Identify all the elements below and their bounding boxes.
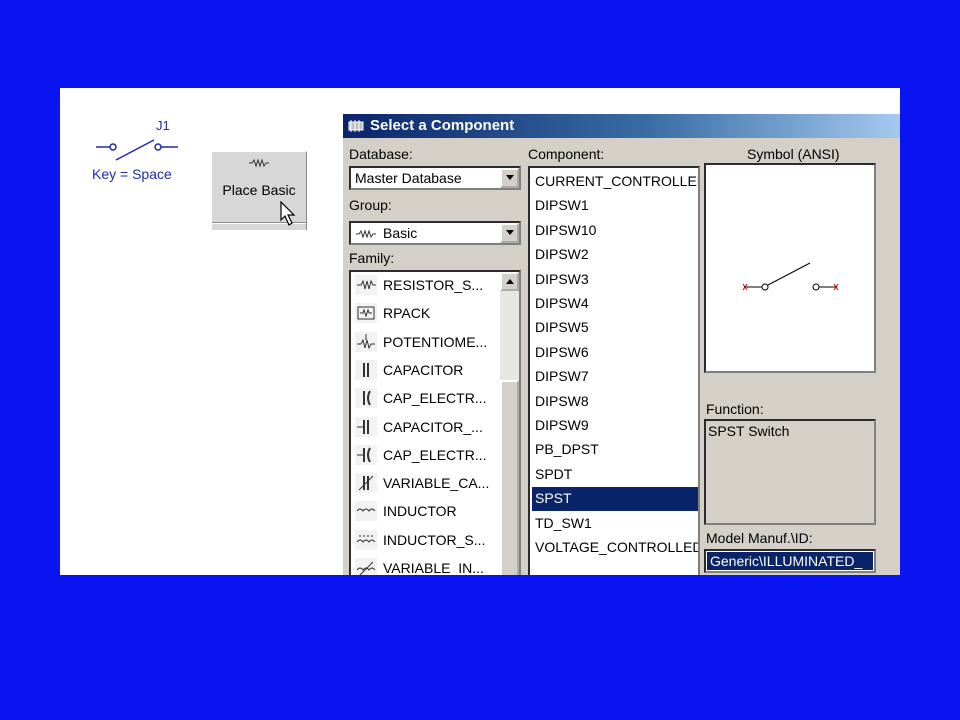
- component-item[interactable]: DIPSW4: [532, 292, 698, 316]
- schematic-ref-label: J1: [156, 118, 170, 133]
- resistor-icon: [355, 275, 377, 295]
- component-label: Component:: [528, 146, 605, 162]
- scroll-thumb[interactable]: [500, 380, 519, 575]
- potentiometer-icon: [355, 331, 377, 352]
- model-item-selected[interactable]: Generic\ILLUMINATED_: [707, 552, 873, 570]
- function-box: SPST Switch: [704, 419, 876, 525]
- cap-electrolytic-variant-icon: [355, 444, 377, 465]
- rpack-icon: [355, 303, 377, 324]
- model-label: Model Manuf.\ID:: [706, 530, 813, 546]
- inductor-s-icon: [355, 529, 377, 550]
- group-dropdown-button[interactable]: [500, 223, 519, 243]
- cap-electrolytic-icon: [355, 388, 377, 409]
- function-label: Function:: [706, 401, 764, 417]
- component-item[interactable]: VOLTAGE_CONTROLLED: [532, 536, 698, 560]
- family-item-label: CAP_ELECTR...: [383, 446, 487, 463]
- component-item-label: DIPSW7: [535, 368, 589, 385]
- screenshot-area: J1 Key = Space Place Basic Select a Comp…: [60, 88, 900, 575]
- component-item-label: SPDT: [535, 465, 573, 482]
- family-item-label: INDUCTOR_S...: [383, 531, 486, 548]
- model-value: Generic\ILLUMINATED_: [710, 553, 863, 569]
- chevron-down-icon: [506, 175, 514, 180]
- component-item[interactable]: DIPSW5: [532, 316, 698, 340]
- component-item-label: PB_DPST: [535, 441, 599, 458]
- component-item-label: DIPSW6: [535, 343, 589, 360]
- database-label: Database:: [349, 146, 413, 162]
- family-label: Family:: [349, 250, 395, 266]
- component-item-label: SPST: [535, 490, 572, 507]
- schematic-key-label: Key = Space: [92, 166, 172, 182]
- family-item-label: RESISTOR_S...: [383, 277, 484, 293]
- component-item[interactable]: TD_SW1: [532, 512, 698, 536]
- variable-capacitor-icon: [355, 473, 377, 494]
- chevron-down-icon: [506, 230, 514, 235]
- component-item-label: VOLTAGE_CONTROLLED: [535, 539, 700, 555]
- component-item-label: DIPSW9: [535, 417, 589, 433]
- place-basic-label: Place Basic: [222, 182, 296, 198]
- dialog-titlebar[interactable]: Select a Component: [343, 114, 900, 138]
- symbol-label: Symbol (ANSI): [747, 146, 840, 162]
- family-item-label: CAP_ELECTR...: [383, 390, 487, 407]
- dialog-title: Select a Component: [370, 117, 515, 134]
- component-item[interactable]: DIPSW1: [532, 194, 698, 218]
- family-item-label: VARIABLE_CA...: [383, 475, 490, 492]
- family-item-label: VARIABLE_IN...: [383, 560, 484, 575]
- spst-switch-symbol-icon: [742, 262, 839, 291]
- schematic-switch-j1[interactable]: J1 Key = Space: [90, 116, 220, 186]
- database-value: Master Database: [355, 170, 462, 186]
- model-list[interactable]: Generic\ILLUMINATED_: [704, 549, 876, 573]
- component-item[interactable]: DIPSW8: [532, 390, 698, 414]
- group-value: Basic: [383, 225, 418, 241]
- resistor-icon: [249, 158, 269, 168]
- component-item-label: DIPSW10: [535, 221, 597, 238]
- select-component-dialog: Select a Component Database: Master Data…: [343, 114, 900, 575]
- component-item[interactable]: DIPSW3: [532, 268, 698, 292]
- family-list[interactable]: RESISTOR_S... RPACK POTENTIOME... CAPACITOR…: [349, 270, 521, 575]
- component-item[interactable]: SPST: [532, 487, 698, 512]
- symbol-preview: [704, 163, 876, 373]
- family-scrollbar[interactable]: [500, 272, 519, 575]
- component-item-label: CURRENT_CONTROLLED: [535, 173, 700, 189]
- component-item-label: DIPSW8: [535, 392, 589, 409]
- group-label: Group:: [349, 197, 392, 213]
- family-item-label: CAPACITOR: [383, 361, 464, 378]
- component-item[interactable]: PB_DPST: [532, 438, 698, 462]
- component-item-label: DIPSW2: [535, 246, 589, 263]
- switch-symbol-icon: [96, 139, 178, 161]
- basic-group-icon: [356, 229, 376, 239]
- component-wizard-icon: [348, 120, 364, 132]
- component-list[interactable]: CURRENT_CONTROLLED DIPSW1 DIPSW10 DIPSW2 DIP…: [528, 166, 700, 575]
- component-item[interactable]: DIPSW9: [532, 414, 698, 438]
- database-select[interactable]: Master Database: [349, 166, 521, 190]
- function-value: SPST Switch: [708, 423, 790, 439]
- group-select[interactable]: Basic: [349, 221, 521, 245]
- mouse-cursor-icon: [280, 201, 296, 226]
- component-item[interactable]: SPDT: [532, 463, 698, 487]
- component-item-label: TD_SW1: [535, 514, 592, 531]
- capacitor-variant-icon: [355, 416, 377, 437]
- scroll-up-button[interactable]: [500, 272, 519, 291]
- capacitor-icon: [355, 359, 377, 380]
- family-item-label: CAPACITOR_...: [383, 418, 483, 435]
- component-item[interactable]: DIPSW7: [532, 365, 698, 389]
- database-dropdown-button[interactable]: [500, 168, 519, 188]
- component-item-label: DIPSW4: [535, 295, 589, 311]
- chevron-up-icon: [506, 279, 514, 284]
- component-item[interactable]: DIPSW2: [532, 243, 698, 267]
- component-item-label: DIPSW5: [535, 319, 589, 336]
- family-item-label: RPACK: [383, 305, 431, 322]
- inductor-icon: [355, 501, 377, 522]
- component-item[interactable]: DIPSW6: [532, 341, 698, 365]
- component-item-label: DIPSW1: [535, 197, 589, 214]
- variable-inductor-icon: [355, 558, 377, 575]
- component-item[interactable]: DIPSW10: [532, 219, 698, 243]
- component-item[interactable]: CURRENT_CONTROLLED: [532, 170, 698, 194]
- component-item-label: DIPSW3: [535, 270, 589, 287]
- family-item-label: POTENTIOME...: [383, 333, 488, 350]
- family-item-label: INDUCTOR: [383, 503, 457, 520]
